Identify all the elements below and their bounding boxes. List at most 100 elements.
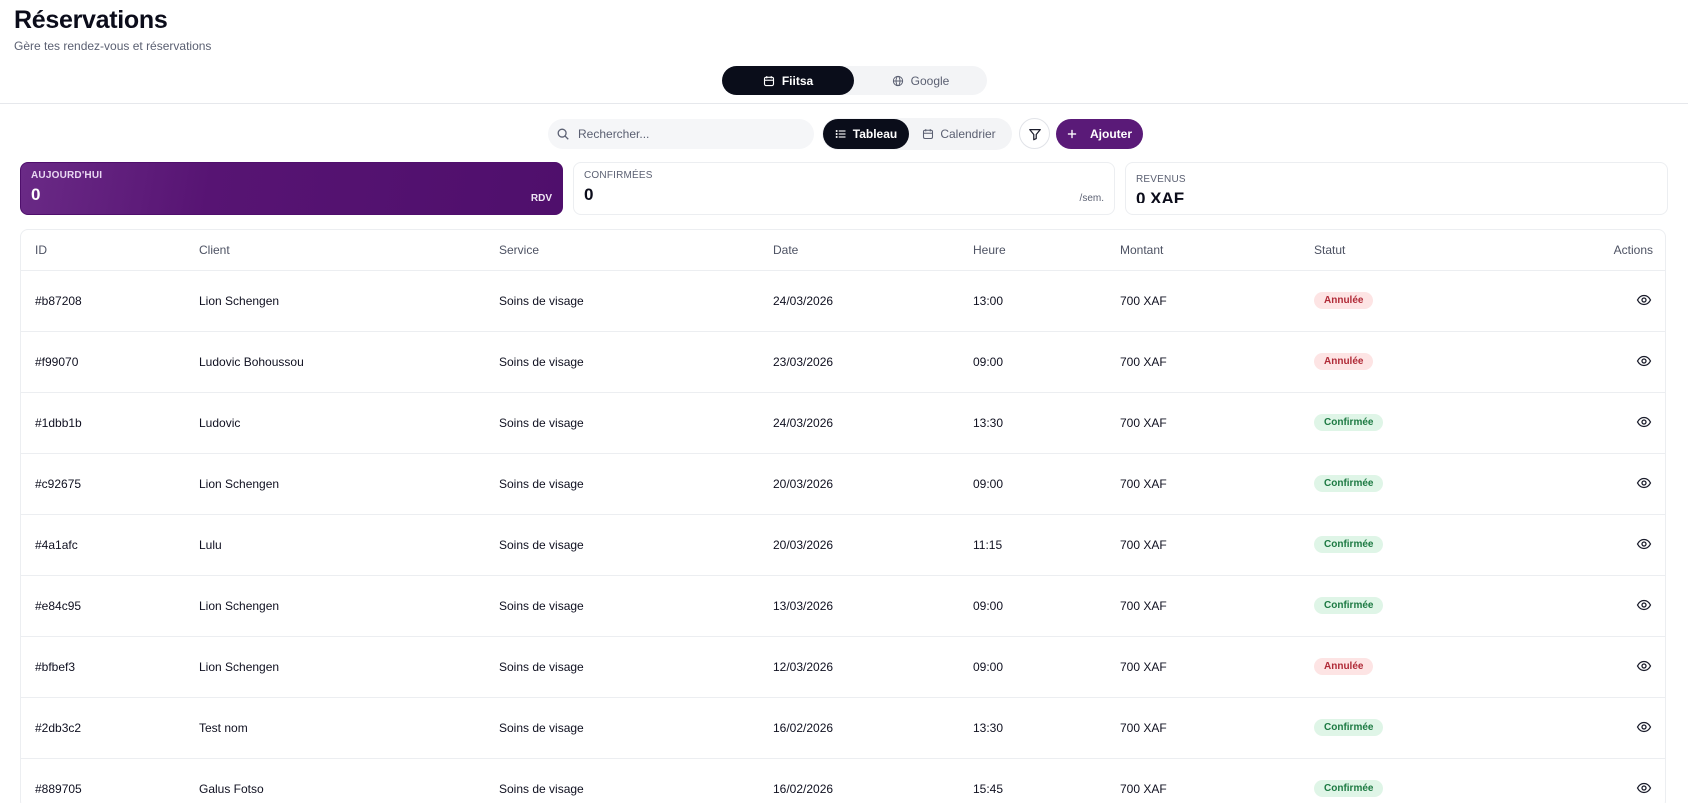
eye-icon xyxy=(1636,416,1652,427)
eye-icon xyxy=(1636,538,1652,549)
table-row[interactable]: #889705 Galus Fotso Soins de visage 16/02/2… xyxy=(21,758,1665,803)
table-row[interactable]: #f99070 Ludovic Bohoussou Soins de visage 2… xyxy=(21,331,1665,393)
view-booking-button[interactable] xyxy=(1635,352,1653,370)
cell-service: Soins de visage xyxy=(485,331,759,393)
eye-icon xyxy=(1636,782,1652,793)
table-row[interactable]: #bfbef3 Lion Schengen Soins de visage 12/03… xyxy=(21,636,1665,698)
col-header-service[interactable]: Service xyxy=(485,230,759,271)
col-header-client[interactable]: Client xyxy=(185,230,485,271)
cell-status: Confirmée xyxy=(1300,758,1510,803)
stat-revenue-label: REVENUS xyxy=(1136,174,1186,185)
view-booking-button[interactable] xyxy=(1635,657,1653,675)
view-switch: Tableau Calendrier xyxy=(822,118,1012,150)
cell-client: Lulu xyxy=(185,514,485,576)
table-row[interactable]: #2db3c2 Test nom Soins de visage 16/02/2026… xyxy=(21,697,1665,759)
eye-icon xyxy=(1636,599,1652,610)
cell-amount: 700 XAF xyxy=(1106,758,1300,803)
cell-service: Soins de visage xyxy=(485,575,759,637)
cell-actions xyxy=(1510,453,1665,515)
cell-date: 23/03/2026 xyxy=(759,331,959,393)
col-header-status[interactable]: Statut xyxy=(1300,230,1510,271)
status-badge: Confirmée xyxy=(1314,719,1384,736)
cell-service: Soins de visage xyxy=(485,697,759,759)
stat-card-today: AUJOURD'HUI 0 RDV xyxy=(20,162,563,215)
add-booking-button[interactable]: Ajouter xyxy=(1056,119,1143,149)
cell-actions xyxy=(1510,697,1665,759)
cell-status: Annulée xyxy=(1300,636,1510,698)
col-header-date[interactable]: Date xyxy=(759,230,959,271)
cell-actions xyxy=(1510,575,1665,637)
stat-today-label: AUJOURD'HUI xyxy=(31,170,103,181)
cell-status: Annulée xyxy=(1300,270,1510,332)
col-header-amount[interactable]: Montant xyxy=(1106,230,1300,271)
cell-client: Ludovic xyxy=(185,392,485,454)
cell-time: 13:30 xyxy=(959,392,1106,454)
cell-client: Ludovic Bohoussou xyxy=(185,331,485,393)
status-badge: Annulée xyxy=(1314,292,1374,309)
cell-time: 09:00 xyxy=(959,575,1106,637)
source-switch: Fiitsa Google xyxy=(722,66,987,95)
view-tab-table[interactable]: Tableau xyxy=(823,119,909,149)
cell-status: Annulée xyxy=(1300,331,1510,393)
cell-date: 20/03/2026 xyxy=(759,453,959,515)
search-box[interactable] xyxy=(548,119,814,149)
table-row[interactable]: #e84c95 Lion Schengen Soins de visage 13/03… xyxy=(21,575,1665,637)
cell-date: 24/03/2026 xyxy=(759,392,959,454)
view-booking-button[interactable] xyxy=(1635,291,1653,309)
stat-revenue-value: 0 XAF xyxy=(1136,189,1185,203)
view-booking-button[interactable] xyxy=(1635,474,1653,492)
page-header: Réservations Gère tes rendez-vous et rés… xyxy=(14,6,211,53)
cell-date: 12/03/2026 xyxy=(759,636,959,698)
col-header-time[interactable]: Heure xyxy=(959,230,1106,271)
cell-service: Soins de visage xyxy=(485,514,759,576)
cell-time: 09:00 xyxy=(959,331,1106,393)
cell-status: Confirmée xyxy=(1300,453,1510,515)
view-booking-button[interactable] xyxy=(1635,596,1653,614)
cell-service: Soins de visage xyxy=(485,453,759,515)
view-tab-calendar-label: Calendrier xyxy=(940,127,996,141)
stat-confirmed-label: CONFIRMÉES xyxy=(584,170,653,181)
cell-amount: 700 XAF xyxy=(1106,331,1300,393)
cell-client: Lion Schengen xyxy=(185,270,485,332)
cell-service: Soins de visage xyxy=(485,758,759,803)
cell-id: #e84c95 xyxy=(21,575,185,637)
stat-card-confirmed: CONFIRMÉES 0 /sem. xyxy=(573,162,1115,215)
cell-date: 13/03/2026 xyxy=(759,575,959,637)
view-booking-button[interactable] xyxy=(1635,779,1653,797)
page-subtitle: Gère tes rendez-vous et réservations xyxy=(14,39,212,53)
cell-client: Lion Schengen xyxy=(185,636,485,698)
cell-service: Soins de visage xyxy=(485,270,759,332)
source-tab-fiitsa-label: Fiitsa xyxy=(781,73,814,88)
col-header-id[interactable]: ID xyxy=(21,230,185,271)
page-title: Réservations xyxy=(14,6,168,34)
filter-button[interactable] xyxy=(1019,118,1050,149)
cell-status: Confirmée xyxy=(1300,697,1510,759)
source-tab-fiitsa[interactable]: Fiitsa xyxy=(722,66,854,95)
view-booking-button[interactable] xyxy=(1635,718,1653,736)
cell-id: #bfbef3 xyxy=(21,636,185,698)
cell-amount: 700 XAF xyxy=(1106,575,1300,637)
table-row[interactable]: #b87208 Lion Schengen Soins de visage 24/03… xyxy=(21,270,1665,332)
cell-actions xyxy=(1510,270,1665,332)
globe-icon xyxy=(892,75,903,86)
cell-date: 24/03/2026 xyxy=(759,270,959,332)
table-row[interactable]: #4a1afc Lulu Soins de visage 20/03/2026 11:1… xyxy=(21,514,1665,576)
filter-icon xyxy=(1028,128,1041,140)
view-booking-button[interactable] xyxy=(1635,535,1653,553)
cell-time: 15:45 xyxy=(959,758,1106,803)
bookings-table-container: ID Client Service Date Heure Montant Sta… xyxy=(20,229,1666,803)
search-input[interactable] xyxy=(578,127,798,141)
cell-actions xyxy=(1510,331,1665,393)
table-row[interactable]: #c92675 Lion Schengen Soins de visage 20/03… xyxy=(21,453,1665,515)
stat-card-revenue: REVENUS 0 XAF xyxy=(1125,162,1668,215)
stat-today-unit: RDV xyxy=(530,193,552,204)
cell-status: Confirmée xyxy=(1300,514,1510,576)
cell-amount: 700 XAF xyxy=(1106,270,1300,332)
table-row[interactable]: #1dbb1b Ludovic Soins de visage 24/03/2026 1… xyxy=(21,392,1665,454)
source-tab-google[interactable]: Google xyxy=(854,66,987,95)
cell-date: 20/03/2026 xyxy=(759,514,959,576)
view-tab-calendar[interactable]: Calendrier xyxy=(909,119,1009,149)
stat-confirmed-unit: /sem. xyxy=(1079,193,1104,204)
view-booking-button[interactable] xyxy=(1635,413,1653,431)
cell-amount: 700 XAF xyxy=(1106,514,1300,576)
